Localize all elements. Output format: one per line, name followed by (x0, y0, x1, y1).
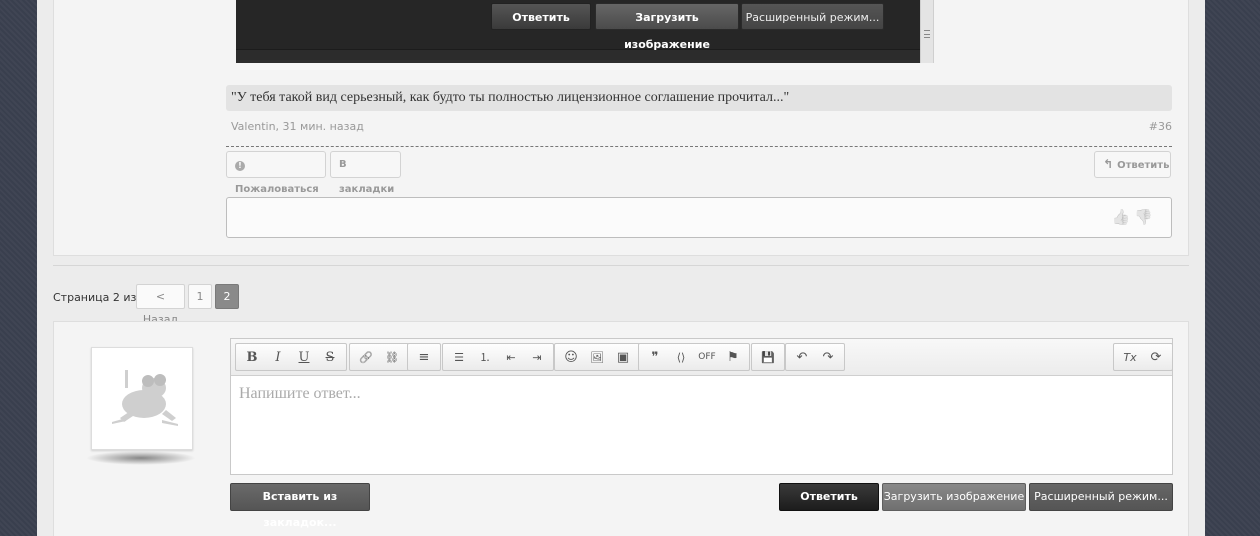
comment-box[interactable]: 👍👎 (226, 197, 1172, 238)
pagination-label: Страница 2 из 2 (53, 291, 147, 304)
image-icon[interactable]: 🖼 (584, 344, 610, 370)
insert-from-bookmarks-button[interactable]: Вставить из закладок... (230, 483, 370, 529)
post-divider (226, 146, 1172, 147)
redo-icon[interactable]: ↷ (815, 344, 841, 370)
rating-controls: 👍👎 (1112, 208, 1157, 226)
frog-avatar-icon (112, 370, 178, 426)
undo-icon[interactable]: ↶ (789, 344, 815, 370)
pagination-page-1[interactable]: 1 (188, 284, 212, 309)
thumbs-down-icon[interactable]: 👎 (1134, 208, 1157, 226)
editor-toolbar: B I U S 🔗 ⛓ ≡ ☰ ⒈ ⇤ ⇥ ☺ 🖼 ▣ ❞ ⟨⟩ OFF ⚑ 💾… (231, 339, 1173, 376)
cleanup-group: Tx ⟳ (1113, 343, 1173, 371)
post-number[interactable]: #36 (1149, 120, 1172, 133)
remove-format-icon[interactable]: Tx (1117, 344, 1143, 370)
smilies-icon[interactable]: ☺ (558, 344, 584, 370)
align-left-icon[interactable]: ≡ (411, 344, 437, 370)
save-draft-icon[interactable]: 💾 (755, 344, 781, 370)
send-reply-button[interactable]: Ответить (779, 483, 879, 511)
page-container: Ответить Загрузить изображение Расширенн… (37, 0, 1205, 536)
post-reply-label: Ответить (1117, 160, 1170, 171)
block-group: ❞ ⟨⟩ OFF ⚑ (638, 343, 750, 371)
embedded-scrollbar (920, 0, 934, 63)
reply-textarea[interactable]: Напишите ответ... (231, 376, 1172, 412)
upload-image-button[interactable]: Загрузить изображение (882, 483, 1026, 511)
reply-editor: B I U S 🔗 ⛓ ≡ ☰ ⒈ ⇤ ⇥ ☺ 🖼 ▣ ❞ ⟨⟩ OFF ⚑ 💾… (230, 338, 1173, 475)
avatar (91, 347, 193, 450)
align-group: ≡ (407, 343, 441, 371)
section-divider (53, 265, 1189, 266)
flag-icon[interactable]: ⚑ (720, 344, 746, 370)
post-card: Ответить Загрузить изображение Расширенн… (53, 0, 1189, 256)
scroll-grip-icon (924, 30, 930, 38)
insert-group: ☺ 🖼 ▣ (554, 343, 640, 371)
bullet-list-icon[interactable]: ☰ (446, 344, 472, 370)
pagination-prev[interactable]: < Назад (136, 284, 185, 326)
indent-icon[interactable]: ⇥ (524, 344, 550, 370)
italic-button[interactable]: I (265, 344, 291, 370)
embedded-upload-button: Загрузить изображение (595, 3, 739, 51)
complain-label: Пожаловаться (235, 184, 319, 195)
quote-icon[interactable]: ❞ (642, 344, 668, 370)
post-quote: "У тебя такой вид серьезный, как будто т… (226, 85, 1172, 111)
reply-arrow-icon: ↰ (1103, 157, 1114, 171)
history-group: ↶ ↷ (785, 343, 845, 371)
post-reply-button[interactable]: ↰ Ответить (1094, 151, 1171, 178)
embedded-reply-button: Ответить (491, 3, 591, 30)
underline-button[interactable]: U (291, 344, 317, 370)
save-group: 💾 (751, 343, 785, 371)
strikethrough-button[interactable]: S (317, 344, 343, 370)
embedded-screenshot: Ответить Загрузить изображение Расширенн… (236, 0, 920, 63)
embedded-screenshot-panel: Ответить Загрузить изображение Расширенн… (236, 0, 920, 51)
numbered-list-icon[interactable]: ⒈ (472, 344, 498, 370)
embedded-advanced-button: Расширенный режим... (741, 3, 884, 30)
list-group: ☰ ⒈ ⇤ ⇥ (442, 343, 554, 371)
thumbs-up-icon[interactable]: 👍 (1112, 208, 1135, 226)
alert-icon: ! (235, 161, 245, 171)
complain-button[interactable]: ! Пожаловаться (226, 151, 326, 195)
link-icon[interactable]: 🔗 (353, 344, 379, 370)
post-author-time[interactable]: Valentin, 31 мин. назад (231, 120, 364, 133)
bookmark-button[interactable]: В закладки (330, 151, 401, 195)
reply-form: B I U S 🔗 ⛓ ≡ ☰ ⒈ ⇤ ⇥ ☺ 🖼 ▣ ❞ ⟨⟩ OFF ⚑ 💾… (53, 321, 1189, 536)
avatar-shadow (86, 451, 196, 465)
outdent-icon[interactable]: ⇤ (498, 344, 524, 370)
format-group: B I U S (235, 343, 347, 371)
unlink-icon[interactable]: ⛓ (379, 344, 405, 370)
code-icon[interactable]: ⟨⟩ (668, 344, 694, 370)
link-group: 🔗 ⛓ (349, 343, 409, 371)
bold-button[interactable]: B (239, 344, 265, 370)
off-topic-icon[interactable]: OFF (694, 344, 720, 370)
advanced-mode-button[interactable]: Расширенный режим... (1029, 483, 1173, 511)
pagination-page-2[interactable]: 2 (215, 284, 239, 309)
bookmark-label: В закладки (339, 159, 395, 195)
media-icon[interactable]: ▣ (610, 344, 636, 370)
restore-draft-icon[interactable]: ⟳ (1143, 344, 1169, 370)
